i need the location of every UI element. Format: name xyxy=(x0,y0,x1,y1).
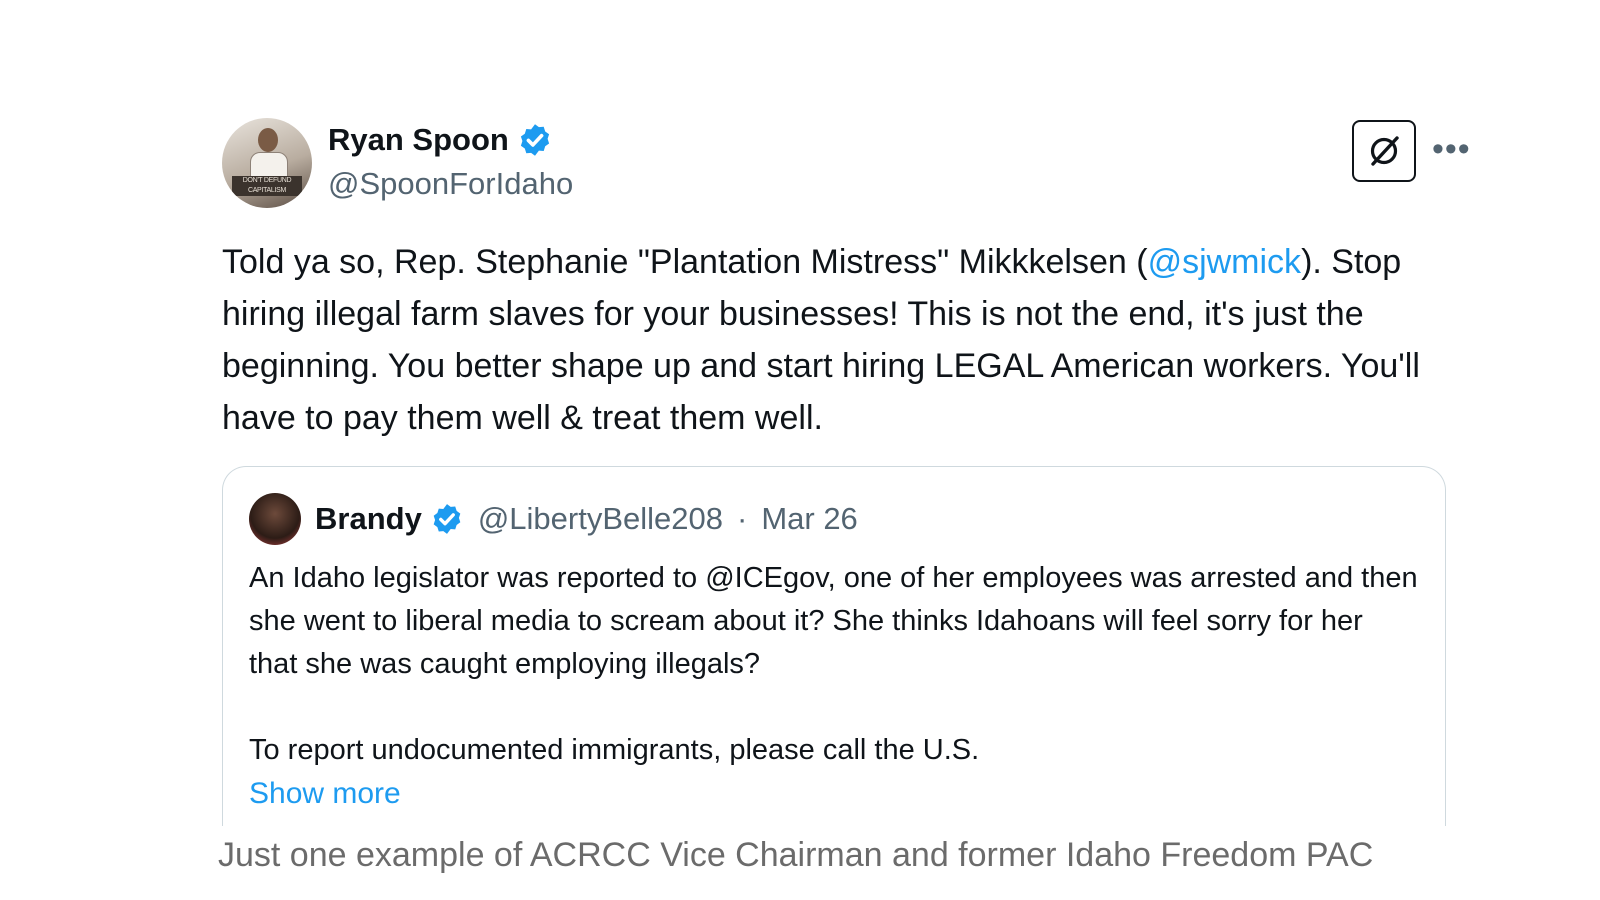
grok-button[interactable] xyxy=(1352,120,1416,182)
tweet: DON'T DEFUND CAPITALISM Ryan Spoon @Spoo… xyxy=(222,118,1478,444)
more-icon[interactable]: ••• xyxy=(1432,130,1471,169)
quote-paragraph-1: An Idaho legislator was reported to @ICE… xyxy=(249,562,1418,680)
quote-text: An Idaho legislator was reported to @ICE… xyxy=(249,557,1419,772)
tweet-text: Told ya so, Rep. Stephanie "Plantation M… xyxy=(222,236,1462,444)
quote-date[interactable]: Mar 26 xyxy=(761,501,857,537)
show-more-link[interactable]: Show more xyxy=(249,772,1419,816)
quote-author-name[interactable]: Brandy xyxy=(315,501,422,537)
tweet-text-start: Told ya so, Rep. Stephanie "Plantation M… xyxy=(222,243,1148,281)
verified-badge-icon xyxy=(520,124,549,156)
author-name[interactable]: Ryan Spoon xyxy=(328,122,509,158)
grok-icon xyxy=(1370,136,1399,166)
quoted-tweet[interactable]: Brandy @LibertyBelle208 · Mar 26 An Idah… xyxy=(222,466,1446,826)
mention-link[interactable]: @sjwmick xyxy=(1148,243,1302,281)
quote-author-handle[interactable]: @LibertyBelle208 xyxy=(478,501,723,537)
quote-author-avatar[interactable] xyxy=(249,493,301,545)
quote-header: Brandy @LibertyBelle208 · Mar 26 xyxy=(249,491,1419,547)
tweet-header: DON'T DEFUND CAPITALISM Ryan Spoon @Spoo… xyxy=(222,118,1478,208)
author-avatar[interactable]: DON'T DEFUND CAPITALISM xyxy=(222,118,312,208)
author-name-row: Ryan Spoon xyxy=(328,122,553,158)
avatar-caption: DON'T DEFUND CAPITALISM xyxy=(232,176,302,196)
quote-paragraph-2: To report undocumented immigrants, pleas… xyxy=(249,734,980,766)
author-handle[interactable]: @SpoonForIdaho xyxy=(328,166,573,202)
avatar-head xyxy=(258,128,278,152)
article-caption: Just one example of ACRCC Vice Chairman … xyxy=(218,836,1374,874)
quote-separator: · xyxy=(736,501,748,536)
quote-paragraph-gap xyxy=(249,686,1419,729)
verified-badge-icon xyxy=(433,504,461,534)
